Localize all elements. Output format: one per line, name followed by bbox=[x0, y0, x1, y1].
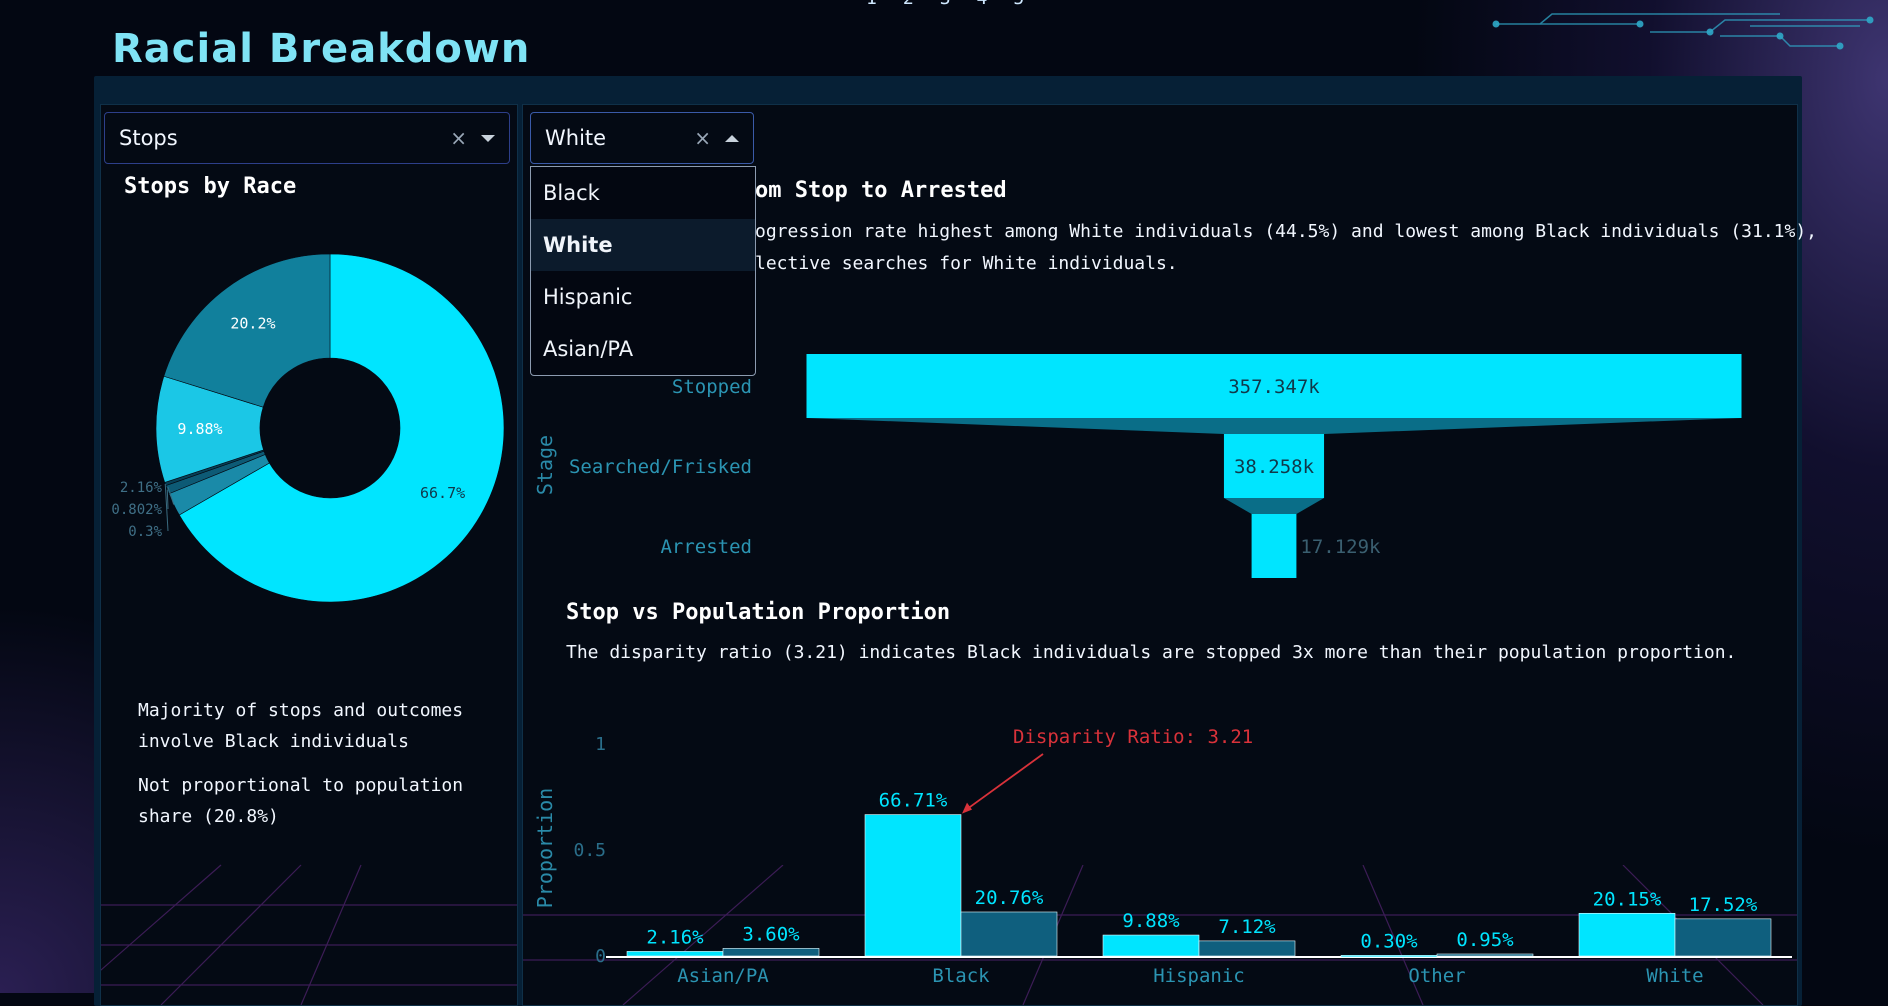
stop-to-arrest-funnel-chart: Stage Stopped 357.347k Searched/Frisked 38.2… bbox=[533, 354, 1742, 578]
pie-label-leader bbox=[166, 489, 169, 510]
pie-slice-label: 2.16% bbox=[120, 480, 163, 496]
page-link-1[interactable]: 1 bbox=[866, 0, 877, 9]
bar-value-label: 0.30% bbox=[1360, 930, 1418, 952]
disparity-annotation-arrow bbox=[964, 753, 1044, 812]
page-link-2[interactable]: 2 bbox=[903, 0, 914, 9]
bar bbox=[1198, 940, 1296, 957]
funnel-value-label: 38.258k bbox=[1234, 456, 1315, 478]
pie-slice-label: 9.88% bbox=[177, 420, 222, 438]
bar-value-label: 9.88% bbox=[1122, 910, 1180, 932]
funnel-stage-label: Searched/Frisked bbox=[569, 456, 752, 478]
bar bbox=[960, 911, 1058, 957]
chevron-down-icon[interactable] bbox=[481, 134, 495, 142]
funnel-desc-line2: lective searches for White individuals. bbox=[755, 253, 1178, 274]
funnel-value-label: 357.347k bbox=[1228, 376, 1320, 398]
funnel-y-axis-label: Stage bbox=[533, 435, 557, 495]
bar-y-tick-label: 0 bbox=[595, 946, 606, 967]
funnel-stage-label: Stopped bbox=[672, 376, 752, 398]
race-option-hispanic[interactable]: Hispanic bbox=[531, 271, 755, 323]
bar bbox=[1674, 918, 1772, 957]
bar-y-tick-label: 1 bbox=[595, 734, 606, 755]
bar bbox=[1578, 912, 1676, 957]
funnel-stage-label: Arrested bbox=[660, 536, 752, 558]
funnel-connector bbox=[1223, 498, 1325, 514]
bar-category-label: Black bbox=[932, 965, 990, 987]
bar-value-label: 66.71% bbox=[879, 790, 948, 812]
page-pagination: 1 2 3 4 5 bbox=[866, 0, 1024, 9]
disparity-arrow-head bbox=[962, 802, 972, 814]
pie-slice-label: 0.3% bbox=[128, 524, 162, 540]
bar-value-label: 20.76% bbox=[975, 887, 1044, 909]
bar bbox=[1340, 955, 1438, 958]
bar bbox=[626, 951, 724, 957]
disparity-annotation: Disparity Ratio: 3.21 bbox=[1013, 726, 1253, 748]
metric-clear-icon[interactable]: × bbox=[450, 126, 467, 150]
bar-value-label: 7.12% bbox=[1218, 916, 1276, 938]
funnel-connector bbox=[806, 418, 1742, 434]
bar-category-label: Hispanic bbox=[1153, 965, 1245, 987]
race-option-black[interactable]: Black bbox=[531, 167, 755, 219]
funnel-title: om Stop to Arrested bbox=[755, 178, 1007, 203]
race-option-asian-pa[interactable]: Asian/PA bbox=[531, 323, 755, 375]
bar-category-label: White bbox=[1646, 965, 1703, 987]
stops-by-race-donut-chart: 66.7% 9.88% 20.2% 2.16% 0.802% 0.3% bbox=[111, 253, 505, 603]
race-dropdown-value: White bbox=[545, 126, 607, 150]
bar bbox=[722, 948, 820, 957]
bar bbox=[864, 814, 962, 957]
bar-value-label: 17.52% bbox=[1689, 894, 1758, 916]
grid-floor-decoration bbox=[101, 864, 517, 1005]
bar bbox=[1436, 953, 1534, 957]
race-dropdown-menu: Black White Hispanic Asian/PA bbox=[530, 166, 756, 376]
race-option-white[interactable]: White bbox=[531, 219, 755, 271]
bar-value-label: 0.95% bbox=[1456, 929, 1514, 951]
bar bbox=[1102, 934, 1200, 957]
bar-category-label: Asian/PA bbox=[677, 965, 769, 987]
bar-value-label: 20.15% bbox=[1593, 888, 1662, 910]
bar-value-label: 3.60% bbox=[742, 923, 800, 945]
bar-y-axis-label: Proportion bbox=[533, 788, 557, 908]
page-title: Racial Breakdown bbox=[112, 26, 531, 72]
bar-value-label: 2.16% bbox=[646, 926, 704, 948]
metric-dropdown[interactable]: Stops × bbox=[104, 112, 510, 164]
pie-slice-label: 0.802% bbox=[111, 502, 162, 518]
stops-by-race-title: Stops by Race bbox=[124, 174, 297, 199]
circuit-decoration bbox=[1492, 13, 1874, 50]
page-link-3[interactable]: 3 bbox=[940, 0, 951, 9]
page-link-4[interactable]: 4 bbox=[977, 0, 988, 9]
bar-category-label: Other bbox=[1408, 965, 1465, 987]
pie-slice-label: 66.7% bbox=[420, 484, 465, 502]
race-dropdown[interactable]: White × bbox=[530, 112, 754, 164]
chevron-up-icon[interactable] bbox=[725, 134, 739, 142]
race-clear-icon[interactable]: × bbox=[694, 126, 711, 150]
stop-vs-population-bar-chart: Proportion 0 0.5 1 2.16% 3.60% Asian/PA 66.71% 2… bbox=[533, 726, 1792, 987]
proportion-title: Stop vs Population Proportion bbox=[566, 600, 951, 625]
bar-y-tick-label: 0.5 bbox=[573, 840, 606, 861]
funnel-value-label: 17.129k bbox=[1300, 536, 1381, 558]
pie-slice-label: 20.2% bbox=[230, 314, 275, 332]
metric-dropdown-value: Stops bbox=[119, 126, 178, 150]
funnel-bar bbox=[1251, 514, 1297, 578]
left-note-1: Majority of stops and outcomes involve B… bbox=[138, 700, 464, 752]
proportion-desc: The disparity ratio (3.21) indicates Bla… bbox=[566, 642, 1737, 663]
page-link-5[interactable]: 5 bbox=[1013, 0, 1024, 9]
funnel-desc-line1: ogression rate highest among White indiv… bbox=[755, 221, 1818, 242]
left-note-2: Not proportional to population share (20… bbox=[138, 775, 464, 827]
